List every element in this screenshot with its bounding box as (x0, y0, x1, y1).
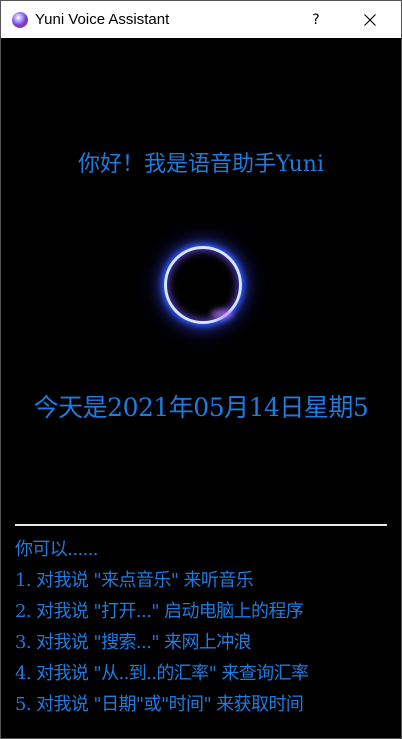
main-panel: 你好！我是语音助手Yuni 今天是2021年05月14日星期5 你可以.....… (1, 38, 401, 738)
tip-item: 5. 对我说 "日期"或"时间" 来获取时间 (15, 694, 304, 715)
app-window: Yuni Voice Assistant ? 你好！我是语音助手Yuni 今天是… (0, 0, 402, 739)
app-logo-icon (12, 11, 28, 28)
tip-item: 1. 对我说 "来点音乐" 来听音乐 (15, 570, 254, 591)
tips-heading: 你可以...... (15, 539, 99, 560)
tip-item: 2. 对我说 "打开..." 启动电脑上的程序 (15, 601, 304, 622)
greeting-text: 你好！我是语音助手Yuni (78, 152, 324, 177)
tips-section: 你可以...... 1. 对我说 "来点音乐" 来听音乐 2. 对我说 "打开.… (15, 534, 399, 720)
date-text: 今天是2021年05月14日星期5 (33, 393, 369, 422)
orb-glint (211, 309, 233, 319)
divider (15, 524, 387, 526)
window-title: Yuni Voice Assistant (35, 11, 170, 28)
help-button[interactable]: ? (293, 1, 339, 38)
close-icon (364, 13, 376, 26)
tip-item: 4. 对我说 "从..到..的汇率" 来查询汇率 (15, 663, 309, 684)
title-bar[interactable]: Yuni Voice Assistant ? (1, 1, 401, 38)
voice-orb-icon[interactable] (164, 246, 242, 324)
tip-item: 3. 对我说 "搜索..." 来网上冲浪 (15, 632, 252, 653)
close-button[interactable] (347, 1, 393, 38)
